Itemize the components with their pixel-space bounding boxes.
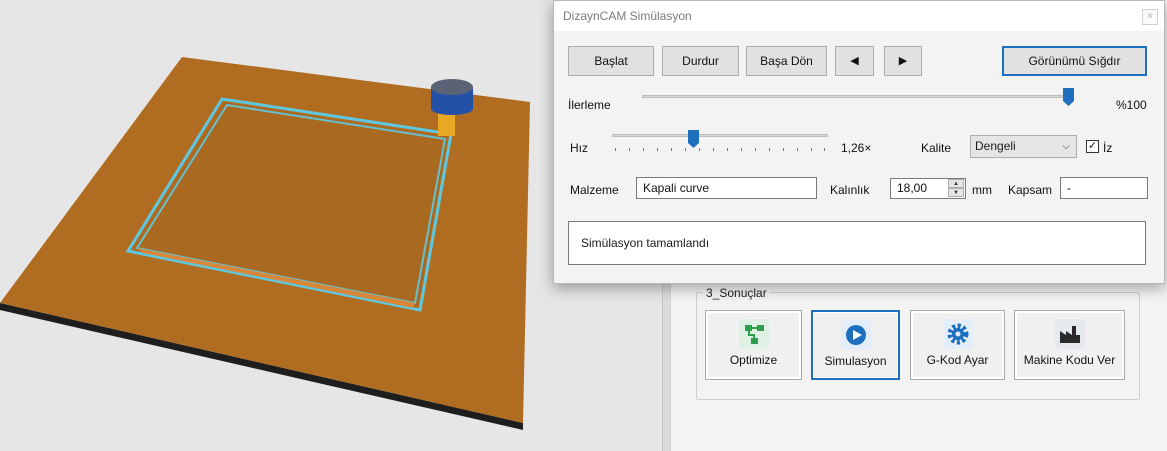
material-field[interactable]: Kapali curve bbox=[636, 177, 817, 199]
gear-icon bbox=[942, 319, 973, 349]
tool-head-bottom bbox=[431, 103, 473, 115]
coverage-field: - bbox=[1060, 177, 1148, 199]
speed-value: 1,26× bbox=[841, 141, 872, 155]
progress-label: İlerleme bbox=[568, 98, 611, 112]
fit-view-button[interactable]: Görünümü Sığdır bbox=[1002, 46, 1147, 76]
coverage-label: Kapsam bbox=[1008, 183, 1053, 197]
factory-icon bbox=[1054, 319, 1085, 349]
optimize-button[interactable]: Optimize bbox=[705, 310, 802, 380]
start-button[interactable]: Başlat bbox=[568, 46, 654, 76]
simulation-label: Simulasyon bbox=[824, 354, 887, 368]
export-machine-code-label: Makine Kodu Ver bbox=[1023, 353, 1116, 367]
export-machine-code-button[interactable]: Makine Kodu Ver bbox=[1014, 310, 1125, 380]
speed-label: Hız bbox=[570, 141, 588, 155]
quality-label: Kalite bbox=[921, 141, 952, 155]
prev-frame-button[interactable]: ◀ bbox=[835, 46, 874, 76]
tool-head-top bbox=[431, 79, 473, 95]
simulation-button[interactable]: Simulasyon bbox=[811, 310, 900, 380]
close-button[interactable]: × bbox=[1142, 9, 1158, 25]
results-group-label: 3_Sonuçlar bbox=[703, 286, 770, 300]
progress-track[interactable] bbox=[642, 95, 1074, 98]
thickness-unit: mm bbox=[972, 183, 992, 197]
simulation-dialog: DizaynCAM Simülasyon × Başlat Durdur Baş… bbox=[553, 0, 1165, 284]
progress-slider-thumb[interactable] bbox=[1063, 88, 1074, 106]
gcode-settings-label: G-Kod Ayar bbox=[926, 353, 989, 367]
dialog-title: DizaynCAM Simülasyon bbox=[563, 9, 692, 23]
gcode-settings-button[interactable]: G-Kod Ayar bbox=[910, 310, 1005, 380]
optimize-label: Optimize bbox=[729, 353, 778, 367]
thickness-spinner[interactable]: ▲ ▼ bbox=[948, 179, 964, 199]
material-label: Malzeme bbox=[570, 183, 619, 197]
play-icon bbox=[840, 320, 871, 350]
spin-up-icon[interactable]: ▲ bbox=[948, 179, 964, 188]
quality-select[interactable]: Dengeli ⌵ bbox=[970, 135, 1077, 158]
trail-checkbox[interactable]: ✓ bbox=[1086, 140, 1099, 153]
dialog-titlebar[interactable]: DizaynCAM Simülasyon × bbox=[554, 1, 1164, 31]
next-frame-button[interactable]: ▶ bbox=[884, 46, 922, 76]
quality-selected: Dengeli bbox=[975, 139, 1016, 153]
stop-button[interactable]: Durdur bbox=[662, 46, 739, 76]
trail-label: İz bbox=[1103, 141, 1113, 155]
speed-track[interactable] bbox=[612, 134, 828, 137]
flow-icon bbox=[738, 319, 769, 349]
speed-slider-thumb[interactable] bbox=[687, 130, 699, 148]
progress-value: %100 bbox=[1116, 98, 1147, 112]
speed-ticks bbox=[615, 148, 825, 151]
status-box: Simülasyon tamamlandı bbox=[568, 221, 1146, 265]
rewind-button[interactable]: Başa Dön bbox=[746, 46, 827, 76]
chevron-down-icon: ⌵ bbox=[1062, 141, 1070, 152]
spin-down-icon[interactable]: ▼ bbox=[948, 188, 964, 197]
thickness-label: Kalınlık bbox=[830, 183, 870, 197]
